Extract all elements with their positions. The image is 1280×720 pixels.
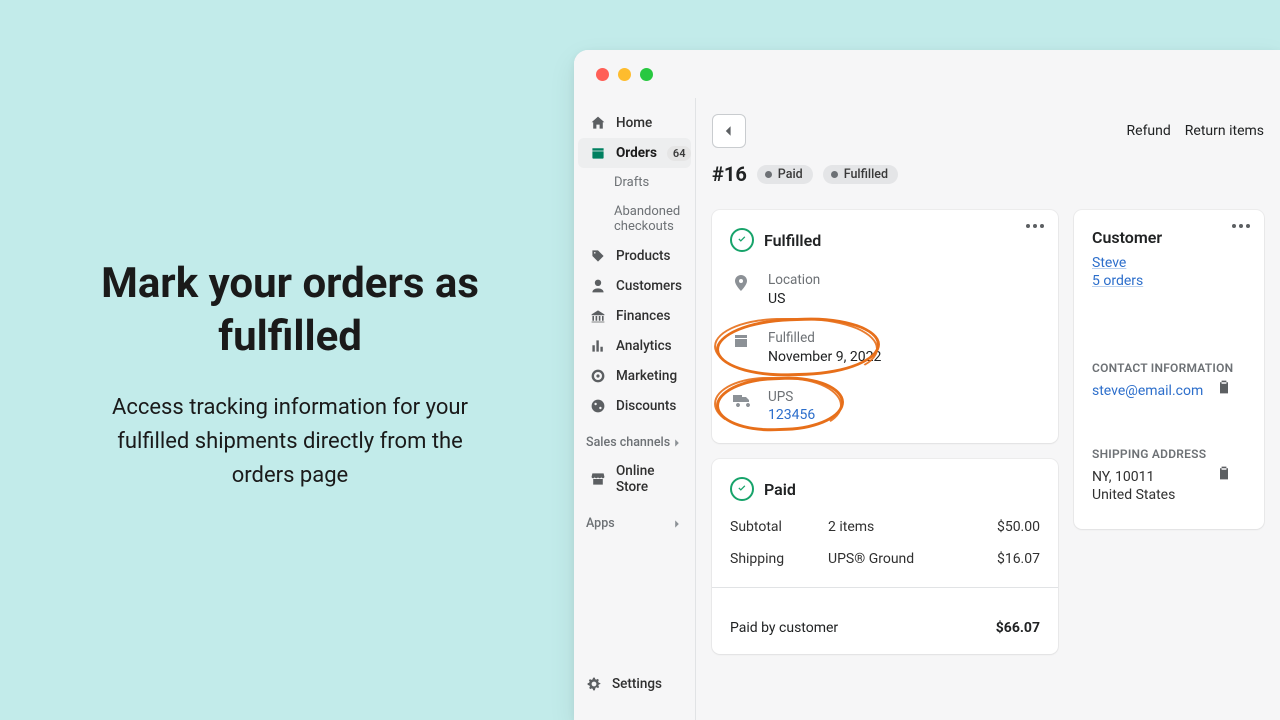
- marketing-hero: Mark your orders as fulfilled Access tra…: [85, 258, 495, 493]
- check-circle-icon: [730, 477, 754, 501]
- customer-orders-link[interactable]: 5 orders: [1092, 273, 1246, 289]
- sidebar-item-label: Customers: [616, 278, 682, 294]
- sidebar-item-drafts[interactable]: Drafts: [578, 168, 691, 197]
- more-button[interactable]: [1232, 224, 1250, 228]
- pin-icon: [730, 272, 752, 294]
- chevron-right-icon: [671, 437, 683, 449]
- paid-total-row: Paid by customer $66.07: [730, 604, 1040, 636]
- status-badge-fulfilled: Fulfilled: [823, 165, 898, 184]
- close-icon[interactable]: [596, 68, 609, 81]
- sidebar-item-label: Home: [616, 115, 652, 131]
- card-title: Fulfilled: [764, 231, 821, 250]
- sidebar-item-marketing[interactable]: Marketing: [578, 361, 691, 391]
- subtotal-row: Subtotal 2 items $50.00: [730, 519, 1040, 535]
- sidebar-item-label: Products: [616, 248, 670, 264]
- sidebar-item-label: Finances: [616, 308, 670, 324]
- order-number: #16: [712, 162, 747, 186]
- divider: [712, 587, 1058, 588]
- tracking-number-link[interactable]: 123456: [768, 406, 815, 425]
- sales-channels-heading[interactable]: Sales channels: [574, 421, 695, 456]
- paid-card: Paid Subtotal 2 items $50.00 Shipping UP…: [712, 459, 1058, 654]
- sidebar-item-home[interactable]: Home: [578, 108, 691, 138]
- target-icon: [590, 368, 606, 384]
- fulfilled-date-row: Fulfilled November 9, 2022: [730, 330, 1040, 366]
- sidebar-item-orders[interactable]: Orders 64: [578, 138, 691, 168]
- sidebar-item-abandoned-checkouts[interactable]: Abandoned checkouts: [578, 197, 691, 241]
- tag-icon: [590, 248, 606, 264]
- shipping-heading: SHIPPING ADDRESS: [1092, 447, 1246, 461]
- customer-card: Customer Steve 5 orders CONTACT INFORMAT…: [1074, 210, 1264, 529]
- percent-icon: [590, 398, 606, 414]
- contact-heading: CONTACT INFORMATION: [1092, 361, 1246, 375]
- arrow-left-icon: [721, 123, 737, 139]
- dot-icon: [765, 171, 772, 178]
- check-circle-icon: [730, 228, 754, 252]
- calendar-icon: [730, 330, 752, 352]
- refund-action[interactable]: Refund: [1127, 123, 1171, 139]
- tracking-row: UPS 123456: [730, 389, 1040, 425]
- app-window: Home Orders 64 Drafts Abandoned checkout…: [574, 50, 1280, 720]
- main-content: Refund Return items #16 Paid Fulfilled: [696, 98, 1280, 720]
- sidebar-item-label: Marketing: [616, 368, 677, 384]
- sidebar-item-label: Drafts: [614, 175, 649, 190]
- orders-icon: [590, 145, 606, 161]
- hero-subtitle: Access tracking information for your ful…: [85, 391, 495, 493]
- minimize-icon[interactable]: [618, 68, 631, 81]
- clipboard-icon[interactable]: [1216, 465, 1232, 481]
- clipboard-icon[interactable]: [1216, 379, 1232, 395]
- sidebar-item-finances[interactable]: Finances: [578, 301, 691, 331]
- sidebar-item-analytics[interactable]: Analytics: [578, 331, 691, 361]
- gear-icon: [586, 676, 602, 692]
- chevron-right-icon: [671, 518, 683, 530]
- window-titlebar: [574, 50, 1280, 98]
- sidebar-item-customers[interactable]: Customers: [578, 271, 691, 301]
- hero-title: Mark your orders as fulfilled: [85, 258, 495, 363]
- sidebar-item-settings[interactable]: Settings: [574, 662, 695, 720]
- sidebar: Home Orders 64 Drafts Abandoned checkout…: [574, 98, 696, 720]
- sidebar-item-label: Orders: [616, 145, 657, 161]
- fulfilled-card: Fulfilled Location US: [712, 210, 1058, 443]
- sidebar-item-label: Analytics: [616, 338, 672, 354]
- status-badge-paid: Paid: [757, 165, 813, 184]
- sidebar-item-label: Discounts: [616, 398, 676, 414]
- order-title-row: #16 Paid Fulfilled: [712, 162, 1264, 186]
- shipping-row: Shipping UPS® Ground $16.07: [730, 551, 1040, 567]
- sidebar-item-label: Online Store: [616, 463, 681, 495]
- sidebar-item-products[interactable]: Products: [578, 241, 691, 271]
- chart-icon: [590, 338, 606, 354]
- location-row: Location US: [730, 272, 1040, 308]
- settings-label: Settings: [612, 676, 662, 692]
- apps-heading[interactable]: Apps: [574, 502, 695, 537]
- shipping-address-line: United States: [1092, 487, 1246, 503]
- card-title: Paid: [764, 480, 796, 499]
- user-icon: [590, 278, 606, 294]
- truck-icon: [730, 389, 752, 411]
- dot-icon: [831, 171, 838, 178]
- back-button[interactable]: [712, 114, 746, 148]
- orders-count-badge: 64: [667, 146, 692, 161]
- card-title: Customer: [1092, 228, 1162, 247]
- sidebar-item-online-store[interactable]: Online Store: [578, 456, 691, 502]
- customer-name-link[interactable]: Steve: [1092, 255, 1246, 271]
- home-icon: [590, 115, 606, 131]
- sidebar-item-label: Abandoned checkouts: [614, 204, 681, 234]
- more-button[interactable]: [1026, 224, 1044, 228]
- fullscreen-icon[interactable]: [640, 68, 653, 81]
- store-icon: [590, 471, 606, 487]
- bank-icon: [590, 308, 606, 324]
- order-topbar: Refund Return items: [712, 114, 1264, 148]
- sidebar-item-discounts[interactable]: Discounts: [578, 391, 691, 421]
- return-items-action[interactable]: Return items: [1185, 123, 1264, 139]
